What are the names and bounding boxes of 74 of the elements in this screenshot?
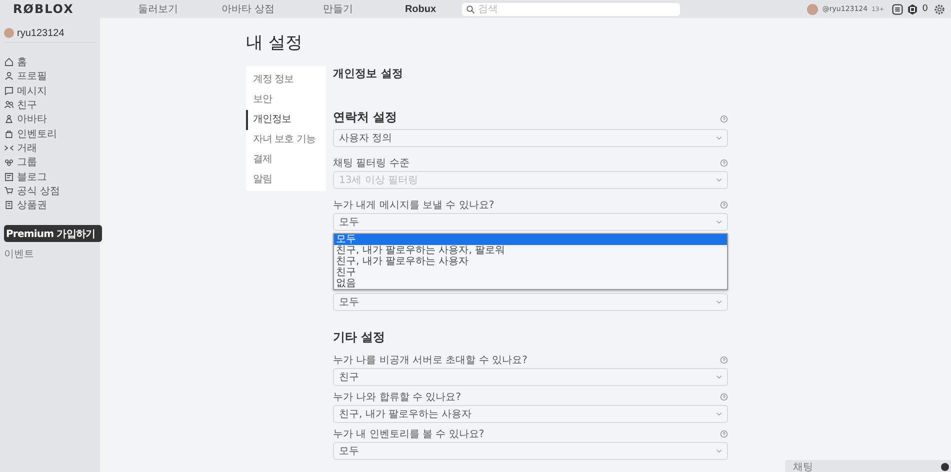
- dropdown-option[interactable]: 친구, 내가 팔로우하는 사용자: [334, 256, 727, 267]
- dropdown-option[interactable]: 친구, 내가 팔로우하는 사용자, 팔로워: [334, 245, 727, 256]
- premium-button[interactable]: Premium 가입하기: [4, 225, 102, 242]
- group-icon: [4, 157, 14, 168]
- nav-link[interactable]: Robux: [383, 4, 458, 14]
- sidebar-item[interactable]: 그룹: [4, 155, 100, 170]
- friends-icon: [4, 100, 14, 110]
- chat-bar[interactable]: 채팅: [785, 460, 951, 472]
- select-field[interactable]: 친구: [333, 368, 728, 386]
- message-icon: [4, 86, 14, 96]
- sidebar-item[interactable]: 홈: [4, 55, 100, 70]
- sidebar-item[interactable]: 메시지: [4, 84, 100, 98]
- sidebar-item[interactable]: 프로필: [4, 69, 100, 84]
- bag-icon: [4, 128, 14, 139]
- nav-link[interactable]: 아바타 상점: [203, 2, 293, 16]
- settings-tab[interactable]: 알림: [246, 170, 326, 190]
- page-title: 내 설정: [246, 32, 304, 54]
- settings-tab[interactable]: 결제: [246, 150, 326, 170]
- chat-label: 채팅: [793, 461, 813, 472]
- field-label: 누가 나를 비공개 서버로 초대할 수 있나요?: [333, 354, 528, 366]
- settings-tab[interactable]: 보안: [246, 90, 326, 110]
- list-icon[interactable]: [892, 4, 904, 14]
- select-field[interactable]: 친구, 내가 팔로우하는 사용자: [333, 405, 728, 423]
- cart-icon: [4, 186, 14, 196]
- help-icon[interactable]: [720, 115, 728, 123]
- sidebar-username[interactable]: ryu123124: [17, 28, 64, 38]
- chevron-icon: [716, 412, 722, 416]
- help-icon[interactable]: [720, 430, 728, 438]
- select-field[interactable]: 모두: [333, 213, 728, 231]
- select-field[interactable]: 모두: [333, 293, 728, 311]
- chevron-icon: [716, 449, 722, 453]
- select-field[interactable]: 모두: [333, 442, 728, 460]
- person-icon: [4, 71, 14, 82]
- dropdown-option[interactable]: 친구: [334, 267, 727, 278]
- sidebar-item[interactable]: 아바타: [4, 112, 100, 126]
- logo[interactable]: RØBLOX: [13, 2, 113, 16]
- section-heading: 연락처 설정: [333, 109, 398, 126]
- sidebar-item[interactable]: 블로그: [4, 169, 100, 184]
- section-title: 개인정보 설정: [333, 66, 404, 81]
- chevron-icon: [716, 375, 722, 379]
- card-icon: [4, 200, 14, 210]
- dropdown-option[interactable]: 모두: [334, 234, 727, 245]
- nav-link[interactable]: 만들기: [293, 2, 383, 16]
- sidebar-item[interactable]: 공식 상점: [4, 184, 100, 198]
- nav-link[interactable]: 둘러보기: [113, 2, 203, 16]
- chevron-icon: [716, 300, 722, 304]
- chevron-icon: [716, 136, 722, 140]
- sidebar-item[interactable]: 상품권: [4, 198, 100, 212]
- home-icon: [4, 57, 14, 68]
- field-label: 누가 내게 메시지를 보낼 수 있나요?: [333, 198, 494, 212]
- chevron-icon: [716, 220, 722, 224]
- field-label: 채팅 필터링 수준: [333, 156, 410, 170]
- help-icon[interactable]: [720, 200, 728, 208]
- sidebar-item[interactable]: 인벤토리: [4, 126, 100, 141]
- events-link[interactable]: 이벤트: [4, 247, 100, 262]
- search-icon: [466, 4, 475, 14]
- robux-count: 0: [922, 4, 928, 14]
- chat-icon: [941, 463, 949, 471]
- sidebar-item[interactable]: 친구: [4, 98, 100, 112]
- section-heading: 기타 설정: [333, 329, 386, 346]
- settings-tab[interactable]: 계정 정보: [246, 70, 326, 90]
- sidebar-item[interactable]: 거래: [4, 140, 100, 156]
- search-field[interactable]: 검색: [462, 2, 680, 16]
- help-icon[interactable]: [720, 356, 728, 364]
- chevron-icon: [716, 178, 722, 182]
- document-icon: [4, 172, 14, 182]
- help-icon[interactable]: [720, 392, 728, 400]
- dropdown-option[interactable]: 없음: [334, 278, 727, 289]
- settings-tab[interactable]: 자녀 보호 기능: [246, 130, 326, 150]
- field-label: 누가 내 인벤토리를 볼 수 있나요?: [333, 428, 484, 440]
- field-label: 누가 나와 합류할 수 있나요?: [333, 390, 462, 404]
- select-field[interactable]: 사용자 정의: [333, 129, 728, 147]
- settings-icon[interactable]: [934, 4, 945, 14]
- settings-tab[interactable]: 개인정보: [246, 110, 326, 130]
